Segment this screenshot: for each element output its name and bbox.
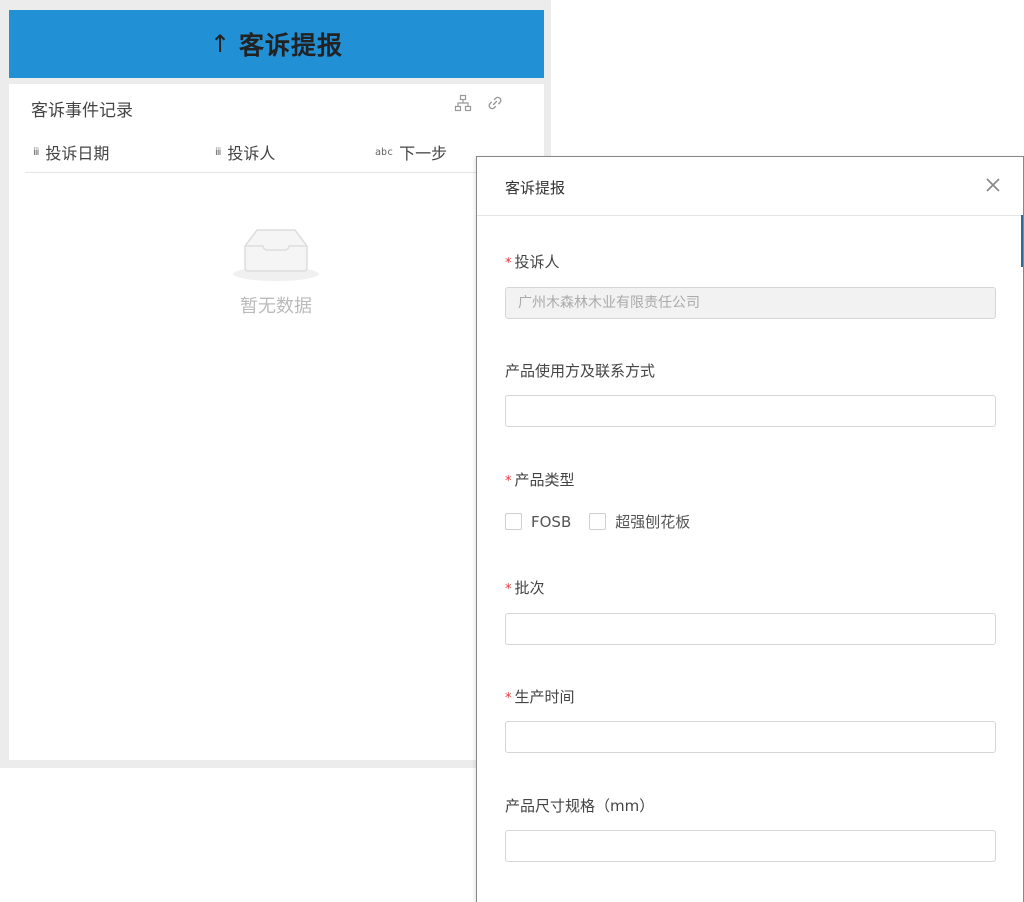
- batch-input[interactable]: [505, 613, 996, 645]
- link-icon[interactable]: [486, 94, 504, 112]
- column-complaint-date[interactable]: ⅲ 投诉日期: [33, 140, 109, 164]
- up-arrow-icon[interactable]: ↑: [210, 30, 231, 58]
- close-icon[interactable]: [983, 175, 1003, 195]
- card-toolbar: [454, 94, 504, 112]
- column-label: 投诉人: [227, 144, 276, 163]
- required-mark: *: [505, 474, 512, 489]
- checkbox-fosb[interactable]: FOSB: [505, 513, 571, 531]
- sitemap-icon[interactable]: [454, 94, 472, 112]
- table-header: ⅲ 投诉日期 ⅲ 投诉人 abc 下一步: [25, 130, 535, 173]
- batch-label: * 批次: [505, 577, 545, 598]
- complainant-label: * 投诉人: [505, 251, 560, 272]
- column-complainant[interactable]: ⅲ 投诉人: [215, 140, 275, 164]
- complainant-field: 广州木森林木业有限责任公司: [505, 287, 996, 319]
- checkbox-box[interactable]: [589, 513, 607, 530]
- date-type-icon: ⅲ: [33, 146, 40, 158]
- column-label: 投诉日期: [45, 144, 110, 163]
- dialog-header: 客诉提报: [477, 157, 1023, 216]
- column-next-step[interactable]: abc 下一步: [375, 140, 447, 164]
- checkbox-particleboard[interactable]: 超强刨花板: [589, 511, 690, 532]
- label-text: 投诉人: [514, 253, 560, 271]
- required-mark: *: [505, 691, 512, 706]
- empty-inbox-icon: [233, 229, 319, 281]
- contact-input[interactable]: [505, 395, 996, 427]
- complaint-dialog: 客诉提报 * 投诉人 广州木森林木业有限责任公司 产品使用方及联系方式 * 产品类型…: [476, 156, 1024, 902]
- label-text: 产品类型: [514, 471, 575, 489]
- product-type-group: FOSB 超强刨花板: [505, 511, 708, 532]
- size-label: 产品尺寸规格（mm）: [505, 797, 655, 815]
- required-mark: *: [505, 256, 512, 271]
- dialog-title: 客诉提报: [505, 179, 566, 197]
- size-input[interactable]: [505, 830, 996, 862]
- label-text: 生产时间: [514, 688, 575, 706]
- empty-state: 暂无数据: [231, 224, 321, 318]
- product-type-label: * 产品类型: [505, 469, 575, 490]
- production-time-input[interactable]: [505, 721, 996, 753]
- checkbox-box[interactable]: [505, 513, 522, 530]
- column-label: 下一步: [399, 144, 448, 163]
- label-text: 批次: [514, 579, 545, 597]
- page-title: 客诉提报: [239, 31, 344, 60]
- production-time-label: * 生产时间: [505, 686, 575, 707]
- contact-label: 产品使用方及联系方式: [505, 362, 656, 380]
- checkbox-label: 超强刨花板: [615, 513, 691, 531]
- checkbox-label: FOSB: [531, 512, 572, 531]
- user-type-icon: ⅲ: [215, 146, 222, 158]
- required-mark: *: [505, 582, 512, 597]
- page-header: ↑ 客诉提报: [9, 10, 544, 78]
- text-type-icon: abc: [375, 146, 394, 158]
- records-card: 客诉事件记录 ⅲ 投诉日期 ⅲ 投诉人 abc 下一步 暂无数据: [9, 84, 544, 760]
- card-title: 客诉事件记录: [31, 101, 133, 121]
- empty-text: 暂无数据: [240, 296, 312, 317]
